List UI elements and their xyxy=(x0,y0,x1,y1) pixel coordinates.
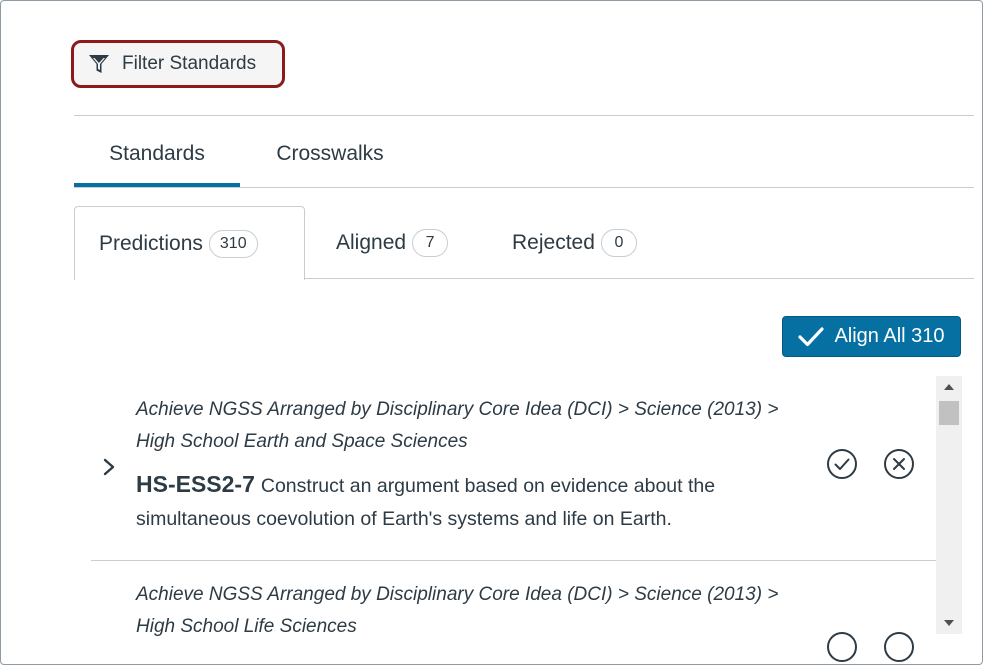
scroll-down-arrow-icon[interactable] xyxy=(936,612,962,634)
filter-standards-button[interactable]: Filter Standards xyxy=(71,40,285,88)
reject-x-icon[interactable] xyxy=(883,631,915,663)
tab-aligned-label: Aligned xyxy=(336,230,407,254)
tab-aligned[interactable]: Aligned 7 xyxy=(336,206,449,279)
accept-check-icon[interactable] xyxy=(826,631,858,663)
checkmark-icon xyxy=(798,326,825,348)
top-divider xyxy=(74,115,974,116)
tab-standards[interactable]: Standards xyxy=(74,121,240,187)
expand-chevron-icon[interactable] xyxy=(101,456,117,478)
tab-rejected-label: Rejected xyxy=(512,230,595,254)
tab-rejected[interactable]: Rejected 0 xyxy=(512,206,637,279)
standard-code: HS-ESS2-7 xyxy=(136,471,255,497)
secondary-tabs: Predictions 310 Aligned 7 Rejected 0 xyxy=(74,206,974,280)
predictions-list: Achieve NGSS Arranged by Disciplinary Co… xyxy=(91,376,936,664)
rejected-count-badge: 0 xyxy=(600,228,637,257)
scroll-thumb[interactable] xyxy=(939,401,959,425)
tab-predictions[interactable]: Predictions 310 xyxy=(74,206,305,280)
align-all-button[interactable]: Align All 310 xyxy=(782,316,961,357)
primary-tabs-divider xyxy=(74,187,974,188)
standard-path: Achieve NGSS Arranged by Disciplinary Co… xyxy=(136,584,779,637)
aligned-count-badge: 7 xyxy=(412,228,449,257)
primary-tabs: Standards Crosswalks xyxy=(74,121,420,187)
predictions-count-badge: 310 xyxy=(208,229,258,258)
reject-x-icon[interactable] xyxy=(883,448,915,480)
list-item: Achieve NGSS Arranged by Disciplinary Co… xyxy=(91,376,936,561)
filter-button-content: Filter Standards xyxy=(88,53,256,75)
tab-predictions-label: Predictions xyxy=(99,231,203,255)
filter-icon xyxy=(88,53,110,75)
tab-crosswalks[interactable]: Crosswalks xyxy=(240,121,420,187)
app-frame: Filter Standards Standards Crosswalks Pr… xyxy=(0,0,983,665)
filter-button-label: Filter Standards xyxy=(122,53,257,74)
scroll-up-arrow-icon[interactable] xyxy=(936,376,962,398)
standard-path: Achieve NGSS Arranged by Disciplinary Co… xyxy=(136,399,779,452)
standard-description-block: HS-ESS2-7 Construct an argument based on … xyxy=(136,468,776,536)
list-item: Achieve NGSS Arranged by Disciplinary Co… xyxy=(91,561,936,664)
accept-check-icon[interactable] xyxy=(826,448,858,480)
align-all-label: Align All 310 xyxy=(834,325,945,347)
list-scrollbar[interactable] xyxy=(936,376,962,634)
